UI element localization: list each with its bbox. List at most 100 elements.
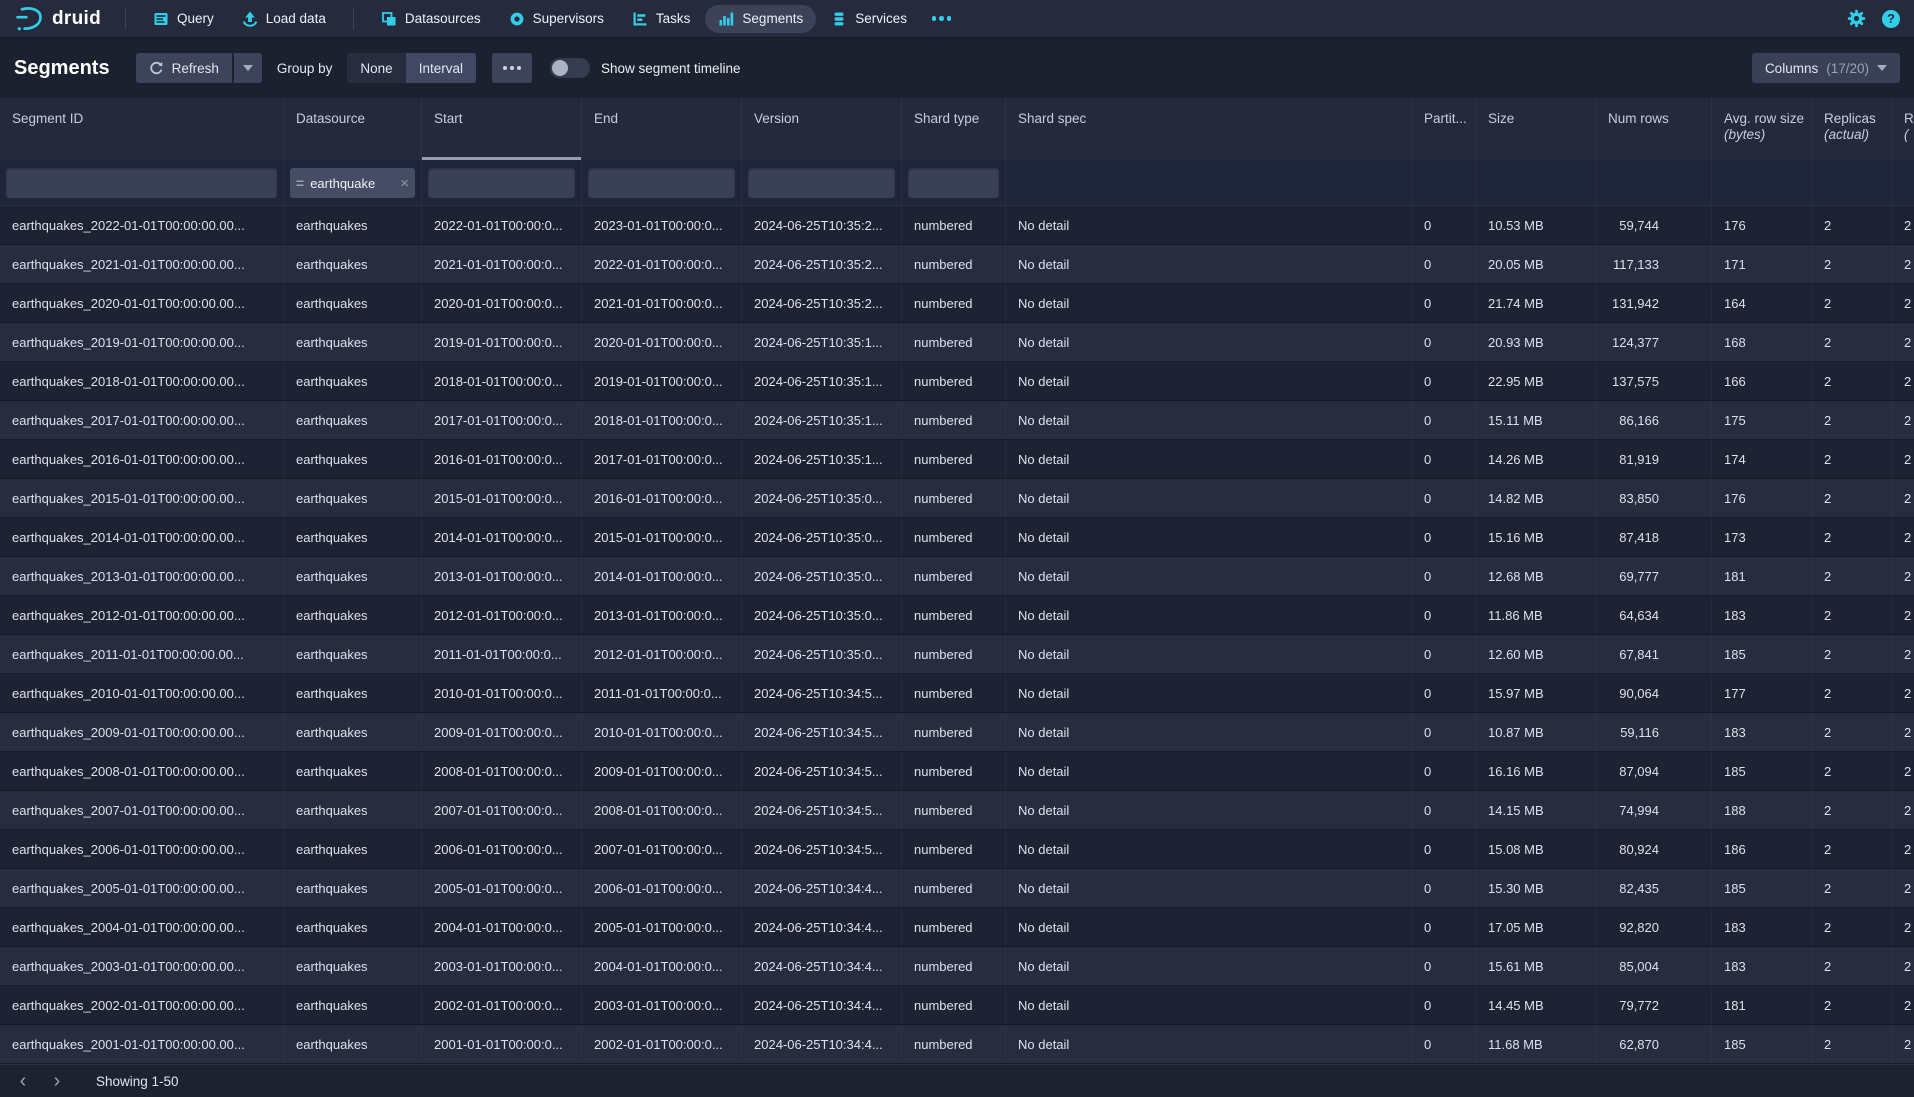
nav-item-supervisors[interactable]: Supervisors bbox=[496, 5, 617, 33]
druid-logo[interactable]: druid bbox=[14, 5, 111, 33]
group-by-none-button[interactable]: None bbox=[347, 53, 405, 83]
cell-size: 10.87 MB bbox=[1476, 713, 1596, 751]
toggle-knob bbox=[552, 60, 568, 76]
clear-filter-icon[interactable]: × bbox=[400, 175, 409, 192]
column-shard-spec[interactable]: Shard spec bbox=[1006, 98, 1412, 160]
cell-end: 2009-01-01T00:00:0... bbox=[582, 752, 742, 790]
cell-start: 2015-01-01T00:00:0... bbox=[422, 479, 582, 517]
cell-datasource: earthquakes bbox=[284, 557, 422, 595]
cell-datasource: earthquakes bbox=[284, 986, 422, 1024]
table-row[interactable]: earthquakes_2020-01-01T00:00:00.00... ea… bbox=[0, 284, 1914, 323]
next-page-button[interactable]: › bbox=[40, 1067, 74, 1095]
table-row[interactable]: earthquakes_2002-01-01T00:00:00.00... ea… bbox=[0, 986, 1914, 1025]
cell-datasource: earthquakes bbox=[284, 596, 422, 634]
filter-row: = earthquake × bbox=[0, 160, 1914, 206]
table-row[interactable]: earthquakes_2021-01-01T00:00:00.00... ea… bbox=[0, 245, 1914, 284]
group-by-interval-button[interactable]: Interval bbox=[406, 53, 476, 83]
cell-partition: 0 bbox=[1412, 674, 1476, 712]
more-icon bbox=[503, 66, 521, 70]
nav-item-label: Segments bbox=[742, 11, 803, 26]
cell-shard-type: numbered bbox=[902, 986, 1006, 1024]
table-row[interactable]: earthquakes_2006-01-01T00:00:00.00... ea… bbox=[0, 830, 1914, 869]
table-row[interactable]: earthquakes_2016-01-01T00:00:00.00... ea… bbox=[0, 440, 1914, 479]
table-row[interactable]: earthquakes_2018-01-01T00:00:00.00... ea… bbox=[0, 362, 1914, 401]
cell-num-rows: 137,575 bbox=[1596, 362, 1712, 400]
column-segment-id[interactable]: Segment ID bbox=[0, 98, 284, 160]
column-replication-factor[interactable]: R( bbox=[1892, 98, 1914, 160]
nav-divider bbox=[125, 8, 126, 30]
supervisors-icon bbox=[509, 11, 525, 27]
cell-replicas: 2 bbox=[1812, 284, 1892, 322]
end-filter-input[interactable] bbox=[588, 168, 735, 198]
table-row[interactable]: earthquakes_2008-01-01T00:00:00.00... ea… bbox=[0, 752, 1914, 791]
gear-icon[interactable] bbox=[1847, 9, 1866, 28]
cell-datasource: earthquakes bbox=[284, 440, 422, 478]
table-row[interactable]: earthquakes_2019-01-01T00:00:00.00... ea… bbox=[0, 323, 1914, 362]
table-row[interactable]: earthquakes_2005-01-01T00:00:00.00... ea… bbox=[0, 869, 1914, 908]
cell-partition: 0 bbox=[1412, 401, 1476, 439]
table-row[interactable]: earthquakes_2015-01-01T00:00:00.00... ea… bbox=[0, 479, 1914, 518]
cell-shard-type: numbered bbox=[902, 479, 1006, 517]
cell-num-rows: 131,942 bbox=[1596, 284, 1712, 322]
table-row[interactable]: earthquakes_2012-01-01T00:00:00.00... ea… bbox=[0, 596, 1914, 635]
cell-segment-id: earthquakes_2001-01-01T00:00:00.00... bbox=[0, 1025, 284, 1063]
cell-segment-id: earthquakes_2002-01-01T00:00:00.00... bbox=[0, 986, 284, 1024]
refresh-button[interactable]: Refresh bbox=[136, 53, 232, 83]
column-shard-type[interactable]: Shard type bbox=[902, 98, 1006, 160]
cell-end: 2014-01-01T00:00:0... bbox=[582, 557, 742, 595]
columns-button[interactable]: Columns (17/20) bbox=[1752, 53, 1900, 83]
table-row[interactable]: earthquakes_2017-01-01T00:00:00.00... ea… bbox=[0, 401, 1914, 440]
cell-segment-id: earthquakes_2004-01-01T00:00:00.00... bbox=[0, 908, 284, 946]
cell-shard-spec: No detail bbox=[1006, 830, 1412, 868]
table-row[interactable]: earthquakes_2009-01-01T00:00:00.00... ea… bbox=[0, 713, 1914, 752]
cell-num-rows: 87,094 bbox=[1596, 752, 1712, 790]
nav-item-services[interactable]: Services bbox=[818, 5, 920, 33]
table-row[interactable]: earthquakes_2004-01-01T00:00:00.00... ea… bbox=[0, 908, 1914, 947]
column-num-rows[interactable]: Num rows bbox=[1596, 98, 1712, 160]
cell-shard-type: numbered bbox=[902, 596, 1006, 634]
shard-type-filter-input[interactable] bbox=[908, 168, 999, 198]
cell-avg-row-size: 176 bbox=[1712, 479, 1812, 517]
refresh-options-button[interactable] bbox=[234, 53, 262, 83]
table-row[interactable]: earthquakes_2011-01-01T00:00:00.00... ea… bbox=[0, 635, 1914, 674]
nav-item-query[interactable]: Query bbox=[140, 5, 227, 33]
table-row[interactable]: earthquakes_2001-01-01T00:00:00.00... ea… bbox=[0, 1025, 1914, 1064]
nav-item-segments[interactable]: Segments bbox=[705, 5, 816, 33]
refresh-icon bbox=[149, 61, 164, 76]
cell-avg-row-size: 183 bbox=[1712, 713, 1812, 751]
cell-shard-type: numbered bbox=[902, 323, 1006, 361]
column-replicas[interactable]: Replicas(actual) bbox=[1812, 98, 1892, 160]
cell-shard-spec: No detail bbox=[1006, 947, 1412, 985]
cell-start: 2006-01-01T00:00:0... bbox=[422, 830, 582, 868]
start-filter-input[interactable] bbox=[428, 168, 575, 198]
cell-start: 2022-01-01T00:00:0... bbox=[422, 206, 582, 244]
table-row[interactable]: earthquakes_2007-01-01T00:00:00.00... ea… bbox=[0, 791, 1914, 830]
columns-count: (17/20) bbox=[1826, 61, 1869, 76]
table-row[interactable]: earthquakes_2014-01-01T00:00:00.00... ea… bbox=[0, 518, 1914, 557]
column-datasource[interactable]: Datasource bbox=[284, 98, 422, 160]
column-end[interactable]: End bbox=[582, 98, 742, 160]
datasource-filter-tag[interactable]: = earthquake × bbox=[290, 168, 415, 198]
cell-segment-id: earthquakes_2005-01-01T00:00:00.00... bbox=[0, 869, 284, 907]
help-icon[interactable]: ? bbox=[1882, 10, 1900, 28]
segment-id-filter-input[interactable] bbox=[6, 168, 277, 198]
prev-page-button[interactable]: ‹ bbox=[6, 1067, 40, 1095]
nav-more-button[interactable] bbox=[922, 10, 962, 27]
column-avg-row-size[interactable]: Avg. row size(bytes) bbox=[1712, 98, 1812, 160]
nav-item-datasources[interactable]: Datasources bbox=[368, 5, 494, 33]
column-version[interactable]: Version bbox=[742, 98, 902, 160]
table-row[interactable]: earthquakes_2022-01-01T00:00:00.00... ea… bbox=[0, 206, 1914, 245]
cell-size: 14.45 MB bbox=[1476, 986, 1596, 1024]
cell-shard-type: numbered bbox=[902, 830, 1006, 868]
toolbar-more-button[interactable] bbox=[492, 53, 532, 83]
nav-item-load-data[interactable]: Load data bbox=[229, 5, 339, 33]
table-row[interactable]: earthquakes_2013-01-01T00:00:00.00... ea… bbox=[0, 557, 1914, 596]
table-row[interactable]: earthquakes_2003-01-01T00:00:00.00... ea… bbox=[0, 947, 1914, 986]
column-start[interactable]: Start bbox=[422, 98, 582, 160]
column-partition[interactable]: Partit... bbox=[1412, 98, 1476, 160]
segment-timeline-toggle[interactable] bbox=[550, 58, 590, 78]
version-filter-input[interactable] bbox=[748, 168, 895, 198]
column-size[interactable]: Size bbox=[1476, 98, 1596, 160]
nav-item-tasks[interactable]: Tasks bbox=[619, 5, 704, 33]
table-row[interactable]: earthquakes_2010-01-01T00:00:00.00... ea… bbox=[0, 674, 1914, 713]
